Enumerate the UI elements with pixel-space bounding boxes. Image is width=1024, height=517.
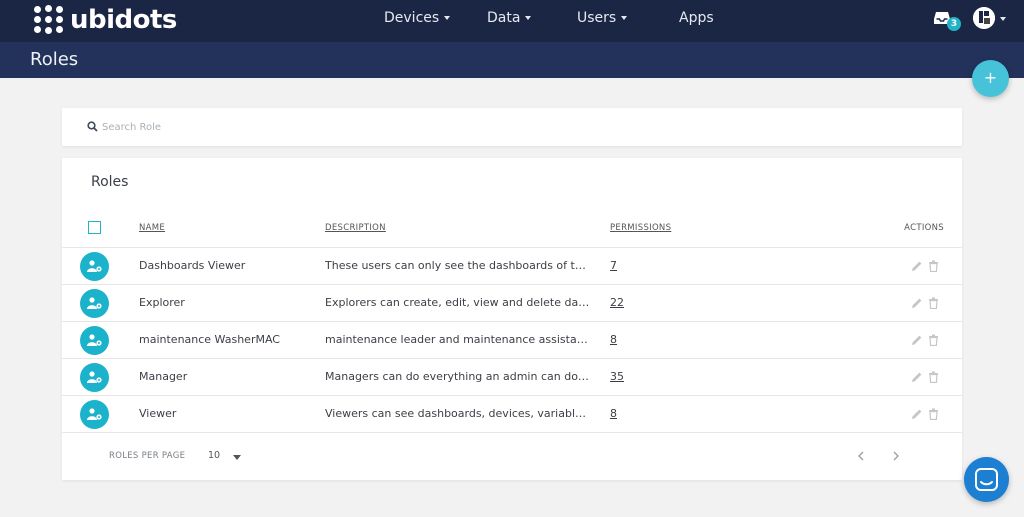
pencil-icon[interactable] (911, 371, 923, 383)
search-icon (87, 121, 98, 132)
user-gear-icon (80, 363, 109, 392)
chevron-down-icon (621, 16, 628, 20)
pencil-icon[interactable] (911, 408, 923, 420)
role-name[interactable]: Manager (139, 370, 187, 383)
column-header-permissions[interactable]: PERMISSIONS (610, 223, 671, 233)
role-name[interactable]: Explorer (139, 296, 185, 309)
pencil-icon[interactable] (911, 297, 923, 309)
select-all-checkbox[interactable] (88, 221, 101, 234)
nav-devices-label: Devices (384, 10, 440, 26)
logo-dots-icon (34, 5, 64, 35)
user-gear-icon (80, 289, 109, 318)
table-row[interactable]: Manager Managers can do everything an ad… (62, 359, 962, 396)
role-name[interactable]: Dashboards Viewer (139, 259, 245, 272)
pencil-icon[interactable] (911, 260, 923, 272)
trash-icon[interactable] (928, 334, 939, 346)
chevron-down-icon (444, 16, 451, 20)
role-name[interactable]: maintenance WasherMAC (139, 333, 280, 346)
nav-data[interactable]: Data (487, 0, 532, 36)
nav-users-label: Users (577, 10, 617, 26)
chevron-right-icon[interactable] (889, 449, 903, 463)
roles-per-page-value: 10 (208, 450, 221, 461)
avatar[interactable] (973, 7, 995, 29)
chat-launcher-button[interactable] (964, 457, 1009, 502)
page-title: Roles (30, 49, 79, 70)
role-description: Managers can do everything an admin can … (325, 370, 590, 383)
trash-icon[interactable] (928, 371, 939, 383)
role-name[interactable]: Viewer (139, 407, 176, 420)
table-row[interactable]: Viewer Viewers can see dashboards, devic… (62, 396, 962, 433)
role-permissions-link[interactable]: 7 (610, 259, 617, 272)
page-header: Roles (0, 42, 1024, 78)
table-row[interactable]: Explorer Explorers can create, edit, vie… (62, 285, 962, 322)
roles-per-page-label: ROLES PER PAGE (109, 451, 186, 461)
nav-devices[interactable]: Devices (384, 0, 451, 36)
top-navbar: ubidots Devices Data Users Apps 3 (0, 0, 1024, 42)
nav-apps[interactable]: Apps (679, 0, 714, 36)
chevron-left-icon[interactable] (854, 449, 868, 463)
column-header-name[interactable]: NAME (139, 223, 165, 233)
nav-users[interactable]: Users (577, 0, 628, 36)
roles-table-card: Roles NAME DESCRIPTION PERMISSIONS ACTIO… (62, 158, 962, 480)
notification-badge: 3 (947, 17, 961, 31)
table-title: Roles (91, 174, 129, 190)
pencil-icon[interactable] (911, 334, 923, 346)
role-permissions-link[interactable]: 8 (610, 333, 617, 346)
trash-icon[interactable] (928, 408, 939, 420)
chevron-down-icon (525, 16, 532, 20)
roles-per-page-select[interactable]: 10 (208, 448, 246, 464)
add-role-button[interactable]: + (972, 60, 1009, 97)
logo-text: ubidots (70, 5, 177, 35)
role-description: Viewers can see dashboards, devices, var… (325, 407, 590, 420)
column-header-actions: ACTIONS (904, 223, 944, 233)
nav-data-label: Data (487, 10, 521, 26)
role-permissions-link[interactable]: 22 (610, 296, 624, 309)
chat-icon (975, 468, 998, 491)
nav-apps-label: Apps (679, 10, 714, 26)
user-gear-icon (80, 400, 109, 429)
role-permissions-link[interactable]: 8 (610, 407, 617, 420)
trash-icon[interactable] (928, 260, 939, 272)
role-description: Explorers can create, edit, view and del… (325, 296, 590, 309)
search-input[interactable] (102, 117, 602, 137)
table-row[interactable]: maintenance WasherMAC maintenance leader… (62, 322, 962, 359)
user-gear-icon (80, 326, 109, 355)
table-header-row (62, 210, 962, 248)
user-gear-icon (80, 252, 109, 281)
chevron-down-icon (233, 455, 241, 460)
ubidots-logo[interactable]: ubidots (34, 4, 177, 36)
search-bar (62, 108, 962, 146)
column-header-description[interactable]: DESCRIPTION (325, 223, 386, 233)
table-row[interactable]: Dashboards Viewer These users can only s… (62, 248, 962, 285)
role-permissions-link[interactable]: 35 (610, 370, 624, 383)
trash-icon[interactable] (928, 297, 939, 309)
role-description: These users can only see the dashboards … (325, 259, 590, 272)
role-description: maintenance leader and maintenance assis… (325, 333, 590, 346)
chevron-down-icon[interactable] (1000, 17, 1006, 21)
